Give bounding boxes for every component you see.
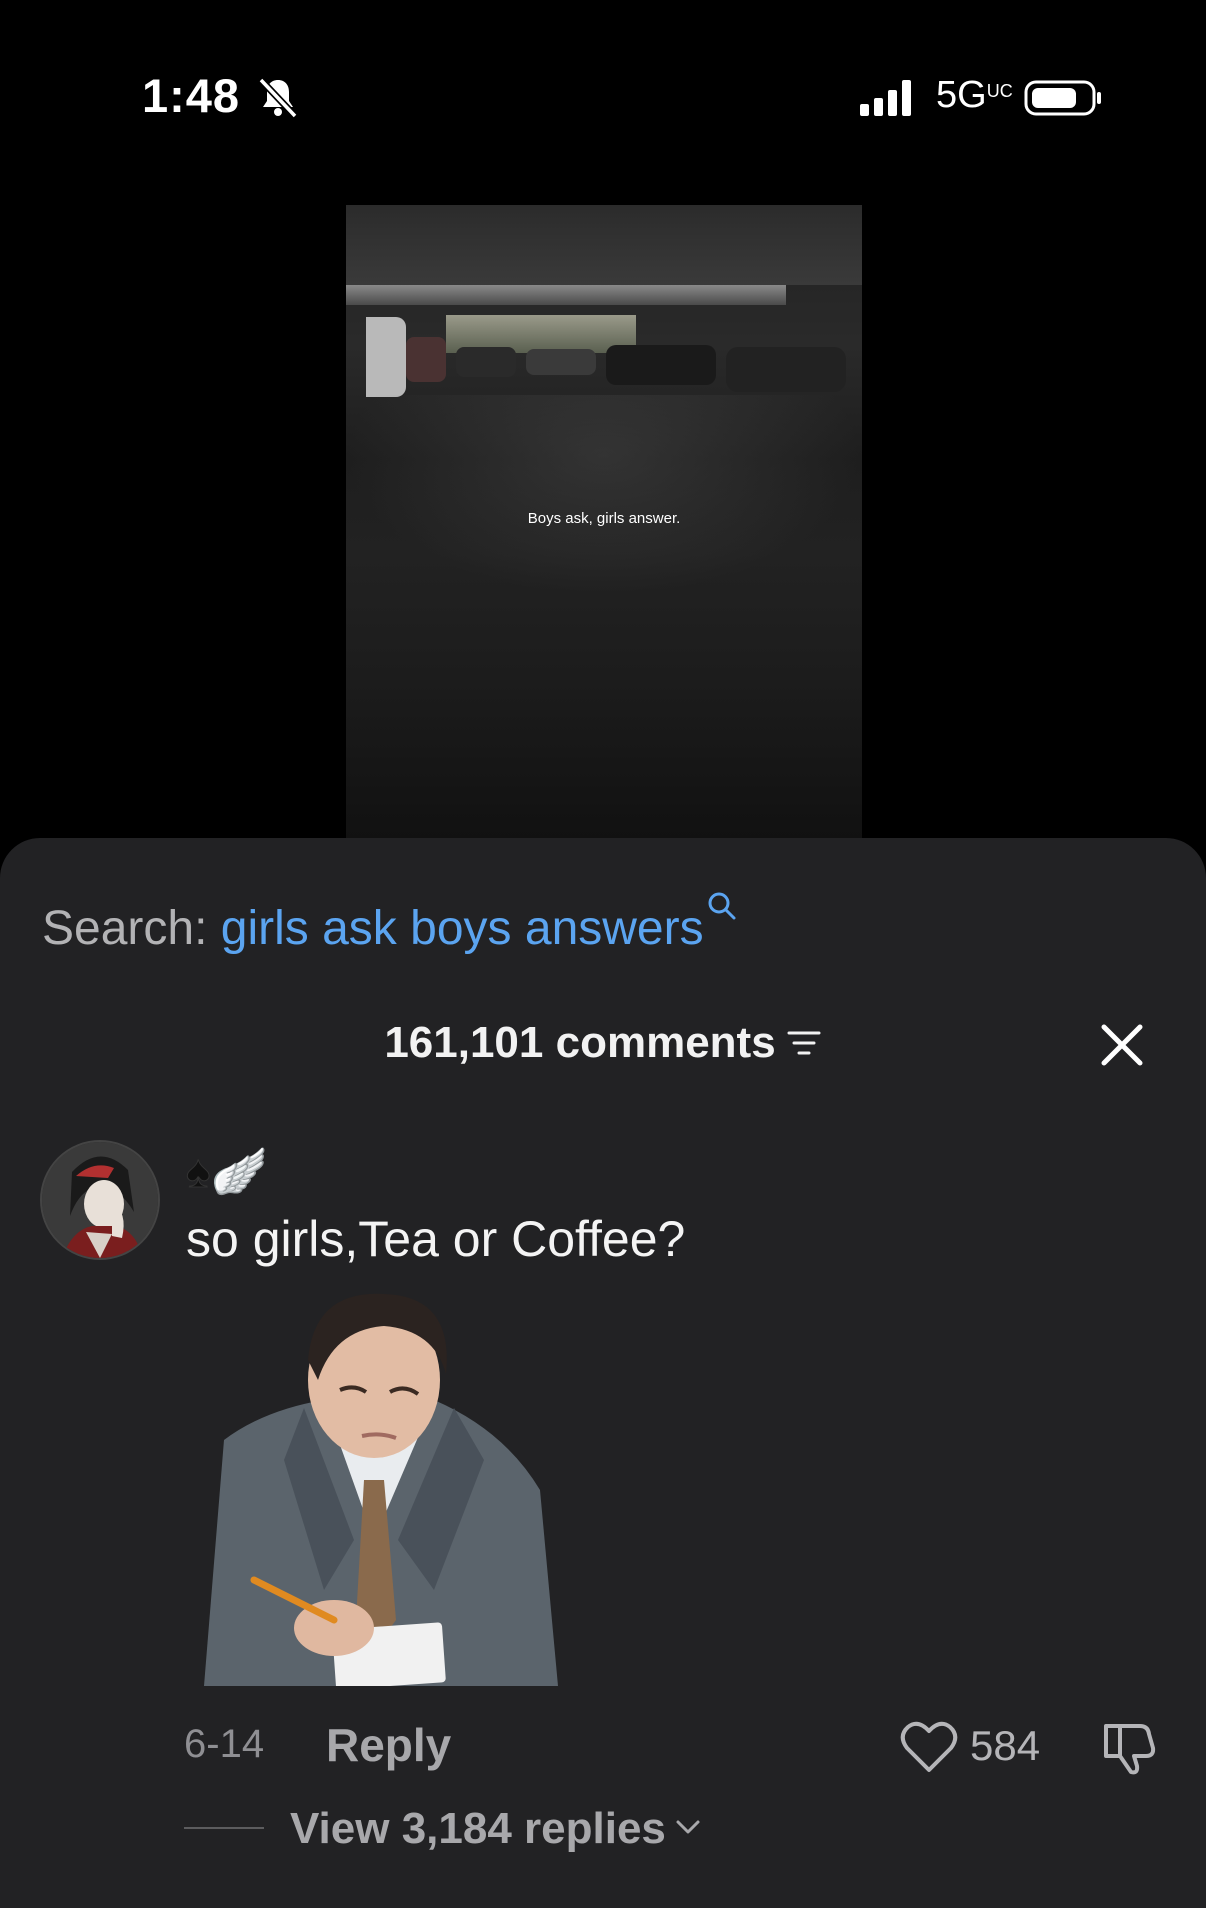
spade-glyph: ♠ — [185, 1145, 211, 1198]
dislike-icon[interactable] — [1100, 1718, 1158, 1776]
comment-date: 6-14 — [184, 1722, 265, 1766]
comment-meta: 6-14 Reply 584 — [184, 1718, 1164, 1778]
status-time: 1:48 — [142, 69, 241, 122]
avatar[interactable] — [40, 1140, 160, 1260]
comments-header: 161,101 comments — [0, 1018, 1206, 1068]
view-replies-button[interactable]: View 3,184 replies — [184, 1804, 702, 1854]
chevron-down-icon — [676, 1820, 700, 1834]
video-frame-beam — [346, 285, 786, 305]
comment-sticker-image — [204, 1293, 558, 1686]
search-suggestion[interactable]: Search: girls ask boys answers — [42, 890, 738, 956]
video-frame-cars — [366, 317, 846, 397]
network-indicator: 5GUC — [936, 74, 1013, 117]
view-replies-label: View 3,184 replies — [290, 1804, 666, 1853]
video-frame-ceiling — [346, 205, 862, 285]
reply-button[interactable]: Reply — [326, 1718, 451, 1772]
wing-glyph: 🪽 — [210, 1145, 268, 1197]
video-frame-floor — [346, 395, 862, 595]
search-term-link[interactable]: girls ask boys answers — [221, 902, 704, 955]
like-count: 584 — [970, 1722, 1041, 1769]
battery-icon — [1024, 80, 1101, 116]
comment-username[interactable]: ♠🪽 — [185, 1144, 268, 1199]
filter-icon[interactable] — [786, 1025, 822, 1061]
heart-icon[interactable] — [900, 1720, 958, 1774]
comment-text: so girls,Tea or Coffee? — [186, 1211, 686, 1267]
close-icon[interactable] — [1098, 1021, 1146, 1069]
network-suffix: UC — [986, 81, 1013, 101]
replies-divider — [184, 1827, 264, 1829]
video-player[interactable]: Boys ask, girls answer. — [346, 205, 862, 839]
comment-count: 161,101 comments — [384, 1018, 776, 1067]
search-prefix: Search: — [42, 902, 208, 955]
status-bar: 1:48 5GUC — [0, 0, 1206, 160]
video-caption: Boys ask, girls answer. — [527, 510, 681, 527]
search-icon — [708, 892, 736, 920]
network-label: 5G — [936, 74, 987, 116]
signal-icon — [860, 80, 911, 116]
avatar-illustration — [42, 1142, 158, 1258]
bell-slash-icon — [258, 77, 298, 119]
comments-sheet: Search: girls ask boys answers 161,101 c… — [0, 838, 1206, 1908]
